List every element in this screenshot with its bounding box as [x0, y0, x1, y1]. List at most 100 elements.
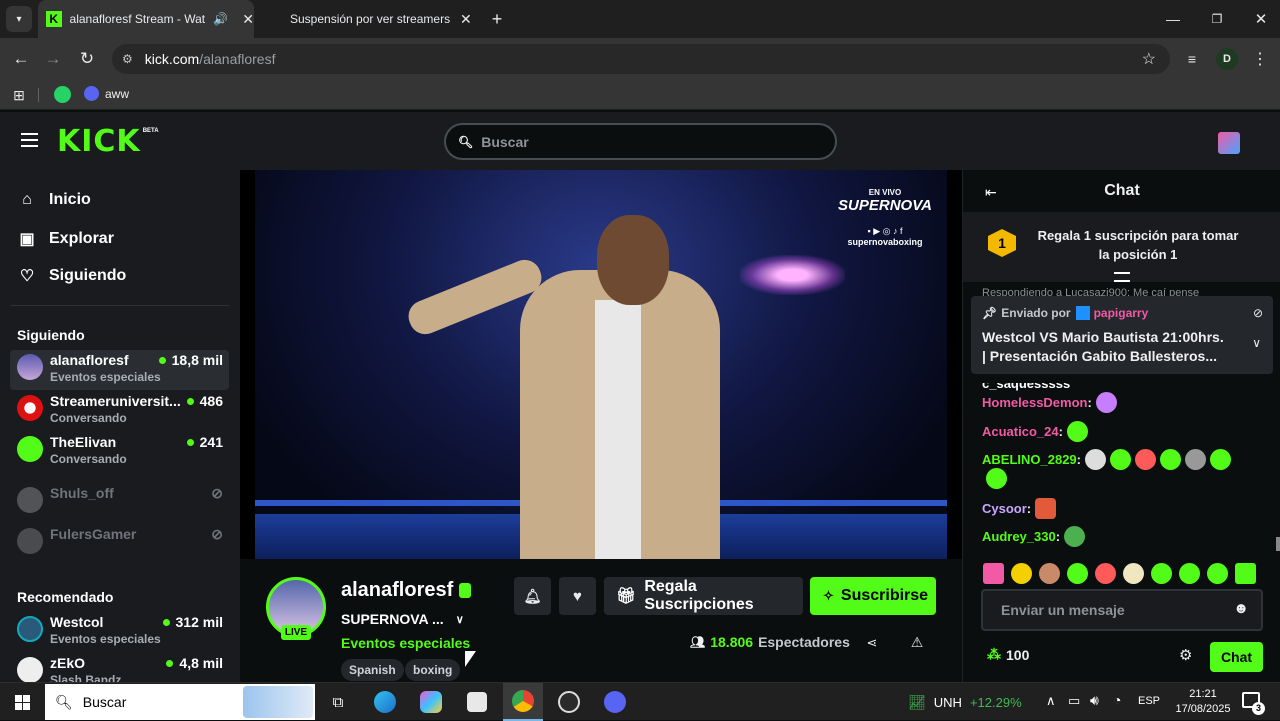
- emote-icon[interactable]: [1011, 563, 1032, 584]
- address-bar[interactable]: ⚙ kick.com /alanafloresf ☆: [112, 44, 1170, 74]
- channel-name: Streameruniversit...: [50, 393, 181, 409]
- whatsapp-icon[interactable]: [54, 86, 71, 103]
- restore-button[interactable]: ❐: [1202, 0, 1232, 38]
- tab-active[interactable]: K alanafloresf Stream - Watch 🔊 ✕: [38, 0, 254, 38]
- gift-leaderboard-banner[interactable]: 1 Regala 1 suscripción para tomar la pos…: [963, 212, 1280, 282]
- chat-send-button[interactable]: Chat: [1210, 642, 1263, 672]
- bookmark-star-icon[interactable]: ☆: [1142, 49, 1156, 69]
- clock[interactable]: 21:21 17/08/2025: [1172, 687, 1234, 717]
- tag-spanish[interactable]: Spanish: [341, 659, 404, 681]
- emote-icon[interactable]: [1179, 563, 1200, 584]
- tab-inactive[interactable]: Suspensión por ver streamers ✕: [262, 0, 478, 38]
- bookmark-aww[interactable]: aww: [84, 86, 129, 101]
- notification-bell-button[interactable]: 🔔︎: [514, 577, 551, 615]
- channel-category: Eventos especiales: [50, 632, 161, 646]
- kick-logo[interactable]: KICK BETA: [57, 124, 159, 159]
- discord-icon[interactable]: [595, 683, 635, 721]
- chat-scrollbar[interactable]: [1276, 537, 1280, 551]
- window-close-button[interactable]: ✕: [1246, 0, 1276, 38]
- tag-boxing[interactable]: boxing: [405, 659, 461, 681]
- task-view-icon[interactable]: ⧉: [318, 683, 358, 721]
- emote-icon: [1035, 498, 1057, 519]
- edge-icon[interactable]: [365, 683, 405, 721]
- overlay-badge: EN VIVO SUPERNOVA ▪ ▶ ◎ ♪ f supernovabox…: [835, 188, 935, 247]
- profile-avatar[interactable]: D: [1216, 48, 1238, 70]
- language-indicator[interactable]: ESP: [1138, 695, 1160, 707]
- stream-category[interactable]: Eventos especiales: [341, 635, 470, 651]
- recommended-channel[interactable]: Westcol Eventos especiales 312 mil: [10, 612, 229, 652]
- following-channel[interactable]: FulersGamer ⊘: [10, 524, 229, 564]
- emote-icon[interactable]: [1151, 563, 1172, 584]
- colon: :: [1055, 529, 1061, 544]
- tab-close-icon[interactable]: ✕: [460, 11, 472, 28]
- expand-pinned-icon[interactable]: ∨: [1252, 336, 1261, 350]
- notification-count-badge: 3: [1252, 702, 1265, 715]
- start-button[interactable]: [2, 683, 42, 721]
- follow-heart-button[interactable]: ♥: [559, 577, 596, 615]
- new-tab-button[interactable]: +: [486, 0, 508, 38]
- stream-title[interactable]: SUPERNOVA ... ∨: [341, 611, 464, 627]
- nav-explorar[interactable]: ▣ Explorar: [18, 229, 113, 249]
- pinned-message[interactable]: 📌︎ Enviado por papigarry ⊘ Westcol VS Ma…: [971, 296, 1273, 374]
- copilot-icon[interactable]: [411, 683, 451, 721]
- following-channel[interactable]: alanafloresf Eventos especiales 18,8 mil: [10, 350, 229, 390]
- unpin-icon[interactable]: ⊘: [1253, 306, 1263, 320]
- reload-button[interactable]: ↻: [74, 46, 100, 72]
- report-icon[interactable]: ⚠: [907, 633, 927, 651]
- emote-icon[interactable]: [1207, 563, 1228, 584]
- chat-message-input[interactable]: Enviar un mensaje ☻: [981, 589, 1263, 631]
- following-channel[interactable]: TheElivan Conversando 241: [10, 432, 229, 472]
- obs-icon[interactable]: [549, 683, 589, 721]
- site-info-icon[interactable]: ⚙: [122, 52, 133, 66]
- emote-icon[interactable]: [1095, 563, 1116, 584]
- share-icon[interactable]: ⋖: [862, 634, 882, 652]
- streamer-name[interactable]: alanafloresf: [341, 579, 472, 602]
- chat-title: Chat: [1104, 182, 1140, 199]
- emote-icon: [1066, 421, 1088, 442]
- minimize-button[interactable]: —: [1158, 0, 1188, 38]
- gift-subscriptions-button[interactable]: 🎁︎ Regala Suscripciones: [604, 577, 803, 615]
- chat-username[interactable]: Cysoor: [982, 501, 1027, 516]
- media-control-icon[interactable]: ≡: [1180, 48, 1204, 70]
- forward-button[interactable]: →: [40, 46, 66, 72]
- emoji-picker-icon[interactable]: ☻: [1233, 600, 1249, 617]
- avatar: [17, 616, 43, 642]
- apps-grid-icon[interactable]: ⊞: [10, 86, 28, 104]
- user-avatar[interactable]: [1218, 132, 1240, 154]
- video-player[interactable]: EN VIVO SUPERNOVA ▪ ▶ ◎ ♪ f supernovabox…: [240, 170, 962, 559]
- app-icon[interactable]: [457, 683, 497, 721]
- following-channel[interactable]: Shuls_off ⊘: [10, 483, 229, 523]
- channel-points[interactable]: ⁂ 100: [987, 646, 1029, 663]
- tab-close-icon[interactable]: ✕: [242, 11, 254, 28]
- emote-icon[interactable]: [1235, 563, 1256, 584]
- battery-icon[interactable]: ▭: [1068, 693, 1080, 709]
- tray-chevron-icon[interactable]: ∧: [1046, 693, 1056, 709]
- chat-username[interactable]: HomelessDemon: [982, 395, 1087, 410]
- viewer-total: 18.806: [710, 634, 754, 650]
- emote-icon[interactable]: [1123, 563, 1144, 584]
- nav-inicio[interactable]: ⌂ Inicio: [18, 191, 91, 209]
- search-icon: 🔍︎: [458, 134, 474, 149]
- following-channel[interactable]: Streameruniversit... Conversando 486: [10, 391, 229, 431]
- network-icon[interactable]: ◔: [1113, 692, 1121, 708]
- stock-widget[interactable]: 📈︎ UNH +12.29%: [908, 683, 1022, 721]
- emote-icon[interactable]: [1067, 563, 1088, 584]
- taskbar-search[interactable]: 🔍︎ Buscar: [45, 684, 315, 720]
- chat-username[interactable]: ABELINO_2829: [982, 452, 1077, 467]
- chrome-icon[interactable]: [503, 683, 543, 721]
- drag-handle-icon[interactable]: [1114, 272, 1130, 282]
- tab-search-button[interactable]: ▾: [6, 6, 32, 32]
- emote-icon[interactable]: [983, 563, 1004, 584]
- chat-username[interactable]: Acuatico_24: [982, 424, 1059, 439]
- nav-siguiendo[interactable]: ♡ Siguiendo: [18, 266, 127, 286]
- menu-icon[interactable]: ⋮: [1250, 48, 1270, 70]
- volume-icon[interactable]: 🔊︎: [1090, 692, 1099, 709]
- emote-icon[interactable]: [1039, 563, 1060, 584]
- subscribe-button[interactable]: ✧ Suscribirse: [810, 577, 936, 615]
- back-button[interactable]: ←: [8, 46, 34, 72]
- chat-username[interactable]: Audrey_330: [982, 529, 1056, 544]
- hamburger-menu-icon[interactable]: [21, 133, 38, 147]
- chat-username[interactable]: c_saquesssss: [982, 383, 1070, 391]
- chat-settings-icon[interactable]: ⚙: [1179, 646, 1192, 664]
- search-input[interactable]: 🔍︎ Buscar: [444, 123, 837, 160]
